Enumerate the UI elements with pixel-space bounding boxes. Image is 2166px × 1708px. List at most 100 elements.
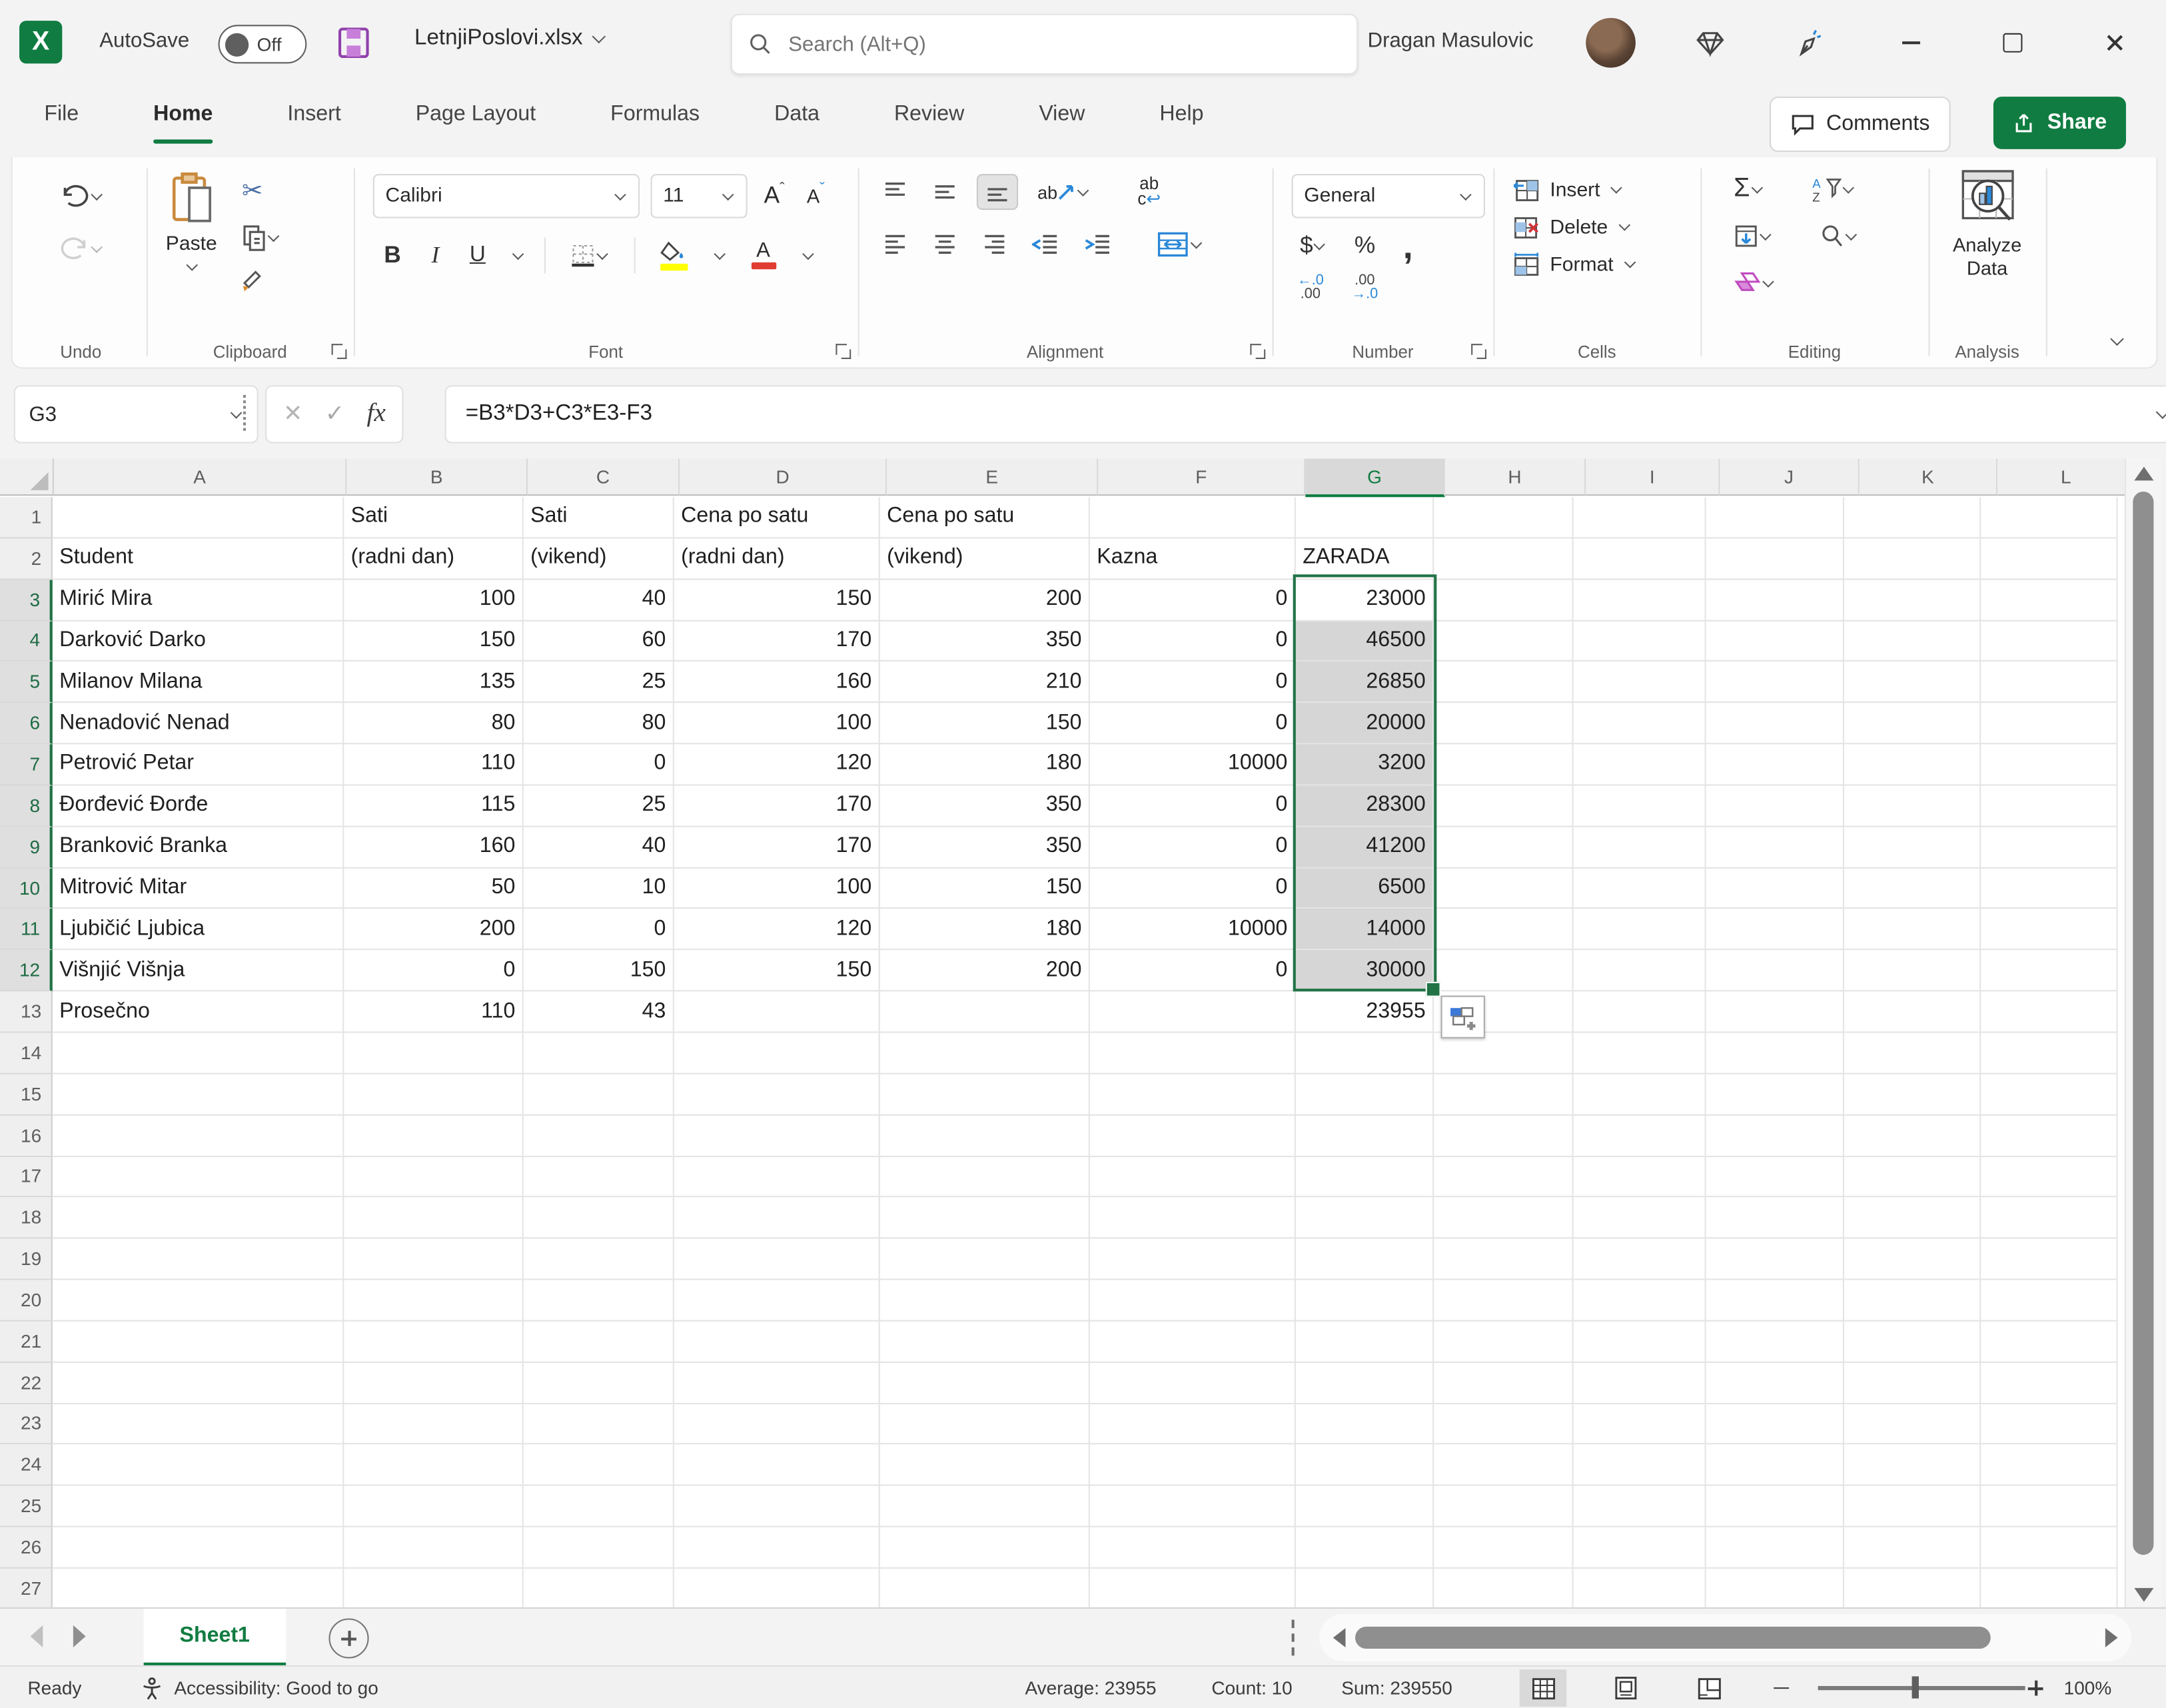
cell-K26[interactable] [1844,1527,1981,1569]
cell-G12[interactable]: 30000 [1296,951,1434,992]
cell-E12[interactable]: 200 [880,951,1090,992]
row-header-23[interactable]: 23 [0,1404,53,1445]
cell-L26[interactable] [1981,1527,2117,1569]
wrap-text-button[interactable]: ab c↩ [1132,174,1166,210]
cell-A3[interactable]: Mirić Mira [53,580,344,621]
column-header-B[interactable]: B [346,458,528,496]
cell-K27[interactable] [1844,1569,1981,1607]
row-header-24[interactable]: 24 [0,1445,53,1486]
vertical-scroll-thumb[interactable] [2133,492,2153,1555]
sort-filter-button[interactable]: AZ [1805,173,1860,206]
feedback-pen-icon[interactable] [1780,15,1835,71]
cell-L23[interactable] [1981,1404,2117,1445]
zoom-level[interactable]: 100% [2064,1678,2112,1699]
number-dialog-launcher[interactable] [1471,344,1486,359]
cell-E17[interactable] [880,1156,1090,1198]
underline-button[interactable]: U [464,240,492,271]
tab-scrollbar-splitter[interactable] [1292,1620,1295,1656]
cell-L20[interactable] [1981,1280,2117,1322]
cell-L19[interactable] [1981,1239,2117,1280]
row-header-18[interactable]: 18 [0,1198,53,1239]
cell-H12[interactable] [1434,951,1573,992]
cell-C11[interactable]: 0 [524,909,674,951]
font-size-combo[interactable]: 11 [651,174,748,218]
cell-L25[interactable] [1981,1486,2117,1527]
cell-H1[interactable] [1434,497,1573,538]
cell-B6[interactable]: 80 [344,703,524,745]
cell-L21[interactable] [1981,1322,2117,1363]
row-header-13[interactable]: 13 [0,992,53,1033]
cell-E9[interactable]: 350 [880,827,1090,868]
cell-H26[interactable] [1434,1527,1573,1569]
cell-I11[interactable] [1574,909,1706,951]
cell-D18[interactable] [674,1198,880,1239]
avatar[interactable] [1586,18,1636,68]
cell-F5[interactable]: 0 [1090,662,1296,703]
cell-B8[interactable]: 115 [344,785,524,827]
cell-B20[interactable] [344,1280,524,1322]
cell-F1[interactable] [1090,497,1296,538]
cell-G23[interactable] [1296,1404,1434,1445]
cell-K10[interactable] [1844,868,1981,909]
cell-A19[interactable] [53,1239,344,1280]
scroll-right-arrow[interactable] [2105,1628,2118,1647]
excel-app-icon[interactable]: X [19,21,62,63]
cell-L24[interactable] [1981,1445,2117,1486]
cell-D27[interactable] [674,1569,880,1607]
cell-J10[interactable] [1706,868,1844,909]
cell-J7[interactable] [1706,744,1844,785]
cell-I5[interactable] [1574,662,1706,703]
cell-K18[interactable] [1844,1198,1981,1239]
align-right-button[interactable] [977,229,1013,260]
cell-K20[interactable] [1844,1280,1981,1322]
cell-F12[interactable]: 0 [1090,951,1296,992]
cell-K3[interactable] [1844,580,1981,621]
cell-C8[interactable]: 25 [524,785,674,827]
cell-F20[interactable] [1090,1280,1296,1322]
cell-I3[interactable] [1574,580,1706,621]
cell-I4[interactable] [1574,621,1706,662]
comments-button[interactable]: Comments [1770,97,1950,152]
cell-C16[interactable] [524,1115,674,1156]
bottom-align-button[interactable] [977,174,1018,210]
cell-G1[interactable] [1296,497,1434,538]
row-header-21[interactable]: 21 [0,1322,53,1363]
cell-J17[interactable] [1706,1156,1844,1198]
insert-function-icon[interactable]: fx [358,399,394,430]
cancel-icon[interactable]: ✕ [275,400,311,428]
column-header-I[interactable]: I [1586,458,1720,496]
cell-J1[interactable] [1706,497,1844,538]
cell-K14[interactable] [1844,1033,1981,1074]
cell-B26[interactable] [344,1527,524,1569]
cell-B21[interactable] [344,1322,524,1363]
cell-E10[interactable]: 150 [880,868,1090,909]
row-header-17[interactable]: 17 [0,1156,53,1198]
cell-B27[interactable] [344,1569,524,1607]
cell-K5[interactable] [1844,662,1981,703]
cell-C25[interactable] [524,1486,674,1527]
cell-A10[interactable]: Mitrović Mitar [53,868,344,909]
cell-B1[interactable]: Sati [344,497,524,538]
cell-J5[interactable] [1706,662,1844,703]
horizontal-scrollbar[interactable] [1319,1614,2131,1661]
percent-style-button[interactable]: % [1349,229,1381,262]
tab-formulas[interactable]: Formulas [608,94,702,135]
cell-J15[interactable] [1706,1074,1844,1115]
cell-I15[interactable] [1574,1074,1706,1115]
cell-F4[interactable]: 0 [1090,621,1296,662]
tab-help[interactable]: Help [1157,94,1206,135]
column-header-J[interactable]: J [1720,458,1859,496]
sheet-tab-sheet1[interactable]: Sheet1 [144,1609,286,1667]
cell-I22[interactable] [1574,1362,1706,1404]
cell-K1[interactable] [1844,497,1981,538]
cell-E6[interactable]: 150 [880,703,1090,745]
increase-decimal-button[interactable]: ←.0 .00 [1292,270,1330,304]
cell-D16[interactable] [674,1115,880,1156]
cell-B19[interactable] [344,1239,524,1280]
cell-E18[interactable] [880,1198,1090,1239]
redo-button[interactable] [53,232,109,265]
cell-E25[interactable] [880,1486,1090,1527]
cell-E2[interactable]: (vikend) [880,538,1090,580]
cell-D12[interactable]: 150 [674,951,880,992]
cell-E4[interactable]: 350 [880,621,1090,662]
